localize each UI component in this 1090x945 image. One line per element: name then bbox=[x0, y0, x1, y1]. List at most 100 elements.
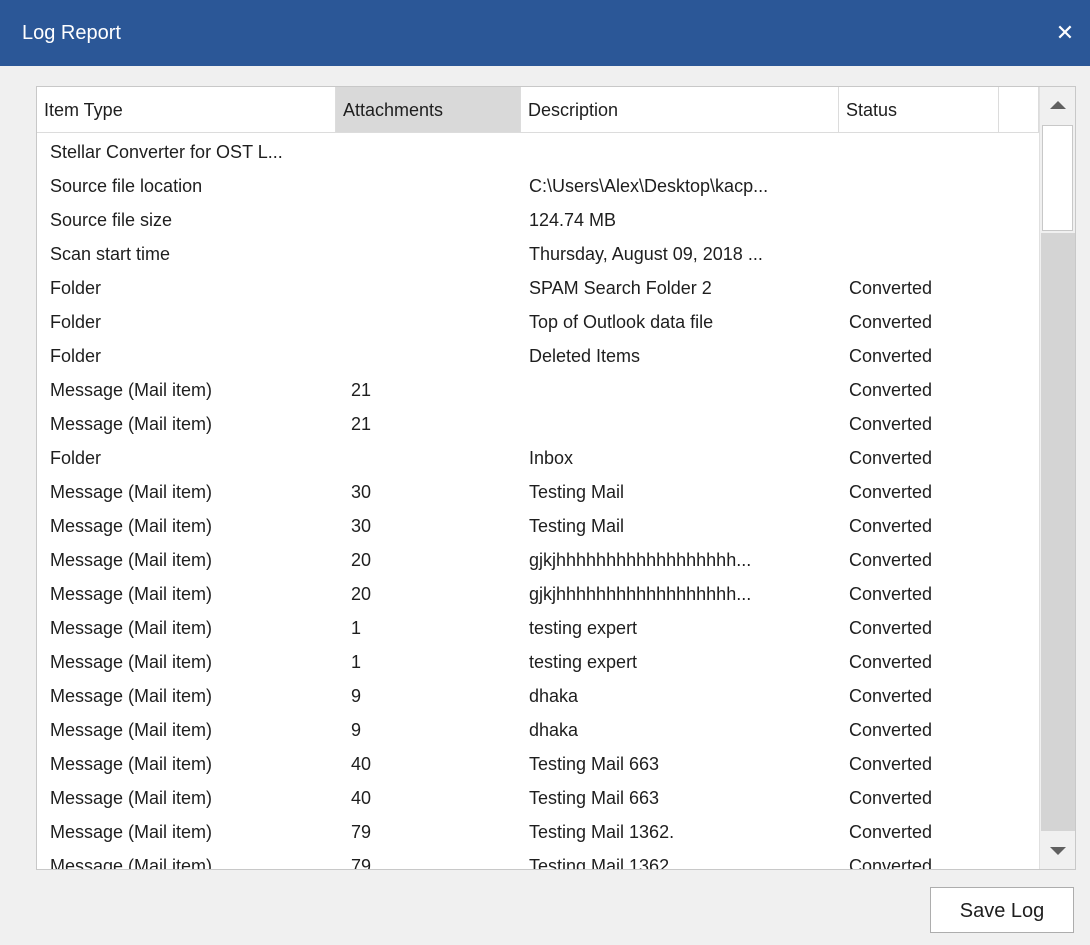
description-cell: Testing Mail 663 bbox=[529, 788, 660, 808]
table-body: Stellar Converter for OST L... Source fil… bbox=[37, 135, 1039, 869]
attachments-cell: 79 bbox=[351, 856, 372, 869]
window-title: Log Report bbox=[22, 22, 121, 44]
vertical-scrollbar[interactable] bbox=[1039, 87, 1075, 869]
scroll-up-button[interactable] bbox=[1040, 87, 1075, 123]
description-cell: Thursday, August 09, 2018 ... bbox=[529, 244, 763, 264]
column-header-row: Item Type Attachments Description Status bbox=[37, 87, 1039, 134]
description-cell: dhaka bbox=[529, 720, 579, 740]
save-log-button[interactable]: Save Log bbox=[930, 887, 1074, 933]
attachments-cell: 20 bbox=[351, 550, 372, 570]
table-row[interactable]: Stellar Converter for OST L... bbox=[37, 135, 1039, 169]
item-type-cell: Message (Mail item) bbox=[50, 720, 213, 740]
table-row[interactable]: Source file size 124.74 MB bbox=[37, 203, 1039, 237]
status-cell: Converted bbox=[849, 482, 933, 502]
description-cell: Testing Mail bbox=[529, 516, 625, 536]
table-row[interactable]: Folder SPAM Search Folder 2 Converted bbox=[37, 271, 1039, 305]
log-report-dialog: Log Report ✕ Item Type Attachments Descr… bbox=[0, 0, 1090, 945]
status-cell: Converted bbox=[849, 652, 933, 672]
description-cell: Inbox bbox=[529, 448, 574, 468]
status-cell: Converted bbox=[849, 448, 933, 468]
item-type-cell: Message (Mail item) bbox=[50, 652, 213, 672]
description-cell: Testing Mail 1362. bbox=[529, 856, 675, 869]
status-cell: Converted bbox=[849, 550, 933, 570]
table-row[interactable]: Folder Top of Outlook data file Converted bbox=[37, 305, 1039, 339]
item-type-cell: Message (Mail item) bbox=[50, 550, 213, 570]
status-cell: Converted bbox=[849, 720, 933, 740]
status-cell: Converted bbox=[849, 822, 933, 842]
description-cell: dhaka bbox=[529, 686, 579, 706]
table-row[interactable]: Message (Mail item) 20 gjkjhhhhhhhhhhhhhhh… bbox=[37, 543, 1039, 577]
description-cell: testing expert bbox=[529, 618, 638, 638]
table-row[interactable]: Message (Mail item) 30 Testing Mail Convert… bbox=[37, 475, 1039, 509]
status-cell: Converted bbox=[849, 312, 933, 332]
title-bar: Log Report ✕ bbox=[0, 0, 1090, 66]
log-list[interactable]: Item Type Attachments Description Status… bbox=[36, 86, 1076, 870]
status-cell: Converted bbox=[849, 584, 933, 604]
item-type-cell: Message (Mail item) bbox=[50, 516, 213, 536]
attachments-cell: 79 bbox=[351, 822, 372, 842]
description-cell: gjkjhhhhhhhhhhhhhhhhhh... bbox=[529, 584, 752, 604]
description-cell: Top of Outlook data file bbox=[529, 312, 714, 332]
item-type-cell: Message (Mail item) bbox=[50, 822, 213, 842]
table-row[interactable]: Message (Mail item) 40 Testing Mail 663 Con… bbox=[37, 781, 1039, 815]
attachments-cell: 9 bbox=[351, 720, 362, 740]
column-header-item-type[interactable]: Item Type bbox=[37, 87, 336, 133]
table-row[interactable]: Message (Mail item) 9 dhaka Converted bbox=[37, 713, 1039, 747]
column-header-attachments[interactable]: Attachments bbox=[336, 87, 521, 133]
item-type-cell: Folder bbox=[50, 312, 102, 332]
item-type-cell: Message (Mail item) bbox=[50, 618, 213, 638]
table-row[interactable]: Folder Deleted Items Converted bbox=[37, 339, 1039, 373]
item-type-cell: Message (Mail item) bbox=[50, 686, 213, 706]
table-row[interactable]: Scan start time Thursday, August 09, 2018… bbox=[37, 237, 1039, 271]
item-type-cell: Message (Mail item) bbox=[50, 584, 213, 604]
status-cell: Converted bbox=[849, 380, 933, 400]
status-cell: Converted bbox=[849, 856, 933, 869]
attachments-cell: 21 bbox=[351, 414, 372, 434]
close-icon[interactable]: ✕ bbox=[1040, 0, 1090, 66]
table-row[interactable]: Message (Mail item) 79 Testing Mail 1362. C… bbox=[37, 815, 1039, 849]
scroll-track[interactable] bbox=[1040, 125, 1075, 831]
item-type-cell: Folder bbox=[50, 448, 102, 468]
attachments-cell: 9 bbox=[351, 686, 362, 706]
table-row[interactable]: Message (Mail item) 1 testing expert Conver… bbox=[37, 645, 1039, 679]
description-cell: gjkjhhhhhhhhhhhhhhhhhh... bbox=[529, 550, 752, 570]
description-cell: Testing Mail bbox=[529, 482, 625, 502]
item-type-cell: Folder bbox=[50, 278, 102, 298]
description-cell: testing expert bbox=[529, 652, 638, 672]
item-type-cell: Stellar Converter for OST L... bbox=[50, 142, 283, 162]
item-type-cell: Message (Mail item) bbox=[50, 754, 213, 774]
table-row[interactable]: Message (Mail item) 21 Converted bbox=[37, 407, 1039, 441]
description-cell: Deleted Items bbox=[529, 346, 641, 366]
table-row[interactable]: Message (Mail item) 79 Testing Mail 1362. C… bbox=[37, 849, 1039, 869]
table-row[interactable]: Folder Inbox Converted bbox=[37, 441, 1039, 475]
item-type-cell: Message (Mail item) bbox=[50, 380, 213, 400]
attachments-cell: 30 bbox=[351, 482, 372, 502]
table-row[interactable]: Source file location C:\Users\Alex\Deskto… bbox=[37, 169, 1039, 203]
status-cell: Converted bbox=[849, 346, 933, 366]
item-type-cell: Message (Mail item) bbox=[50, 414, 213, 434]
attachments-cell: 40 bbox=[351, 754, 372, 774]
item-type-cell: Message (Mail item) bbox=[50, 788, 213, 808]
scroll-down-button[interactable] bbox=[1040, 833, 1075, 869]
scroll-thumb[interactable] bbox=[1042, 125, 1073, 231]
table-row[interactable]: Message (Mail item) 21 Converted bbox=[37, 373, 1039, 407]
table-row[interactable]: Message (Mail item) 9 dhaka Converted bbox=[37, 679, 1039, 713]
description-cell: C:\Users\Alex\Desktop\kacp... bbox=[529, 176, 769, 196]
attachments-cell: 30 bbox=[351, 516, 372, 536]
status-cell: Converted bbox=[849, 754, 933, 774]
description-cell: Testing Mail 1362. bbox=[529, 822, 675, 842]
table-row[interactable]: Message (Mail item) 40 Testing Mail 663 Con… bbox=[37, 747, 1039, 781]
column-header-status[interactable]: Status bbox=[839, 87, 999, 133]
table-row[interactable]: Message (Mail item) 1 testing expert Conver… bbox=[37, 611, 1039, 645]
table-row[interactable]: Message (Mail item) 20 gjkjhhhhhhhhhhhhhhh… bbox=[37, 577, 1039, 611]
table-row[interactable]: Message (Mail item) 30 Testing Mail Convert… bbox=[37, 509, 1039, 543]
attachments-cell: 1 bbox=[351, 618, 362, 638]
status-cell: Converted bbox=[849, 516, 933, 536]
attachments-cell: 21 bbox=[351, 380, 372, 400]
status-cell: Converted bbox=[849, 278, 933, 298]
attachments-cell: 1 bbox=[351, 652, 362, 672]
scroll-track-fill bbox=[1041, 233, 1075, 831]
triangle-down-icon bbox=[1050, 847, 1066, 855]
column-header-description[interactable]: Description bbox=[521, 87, 839, 133]
item-type-cell: Source file size bbox=[50, 210, 173, 230]
